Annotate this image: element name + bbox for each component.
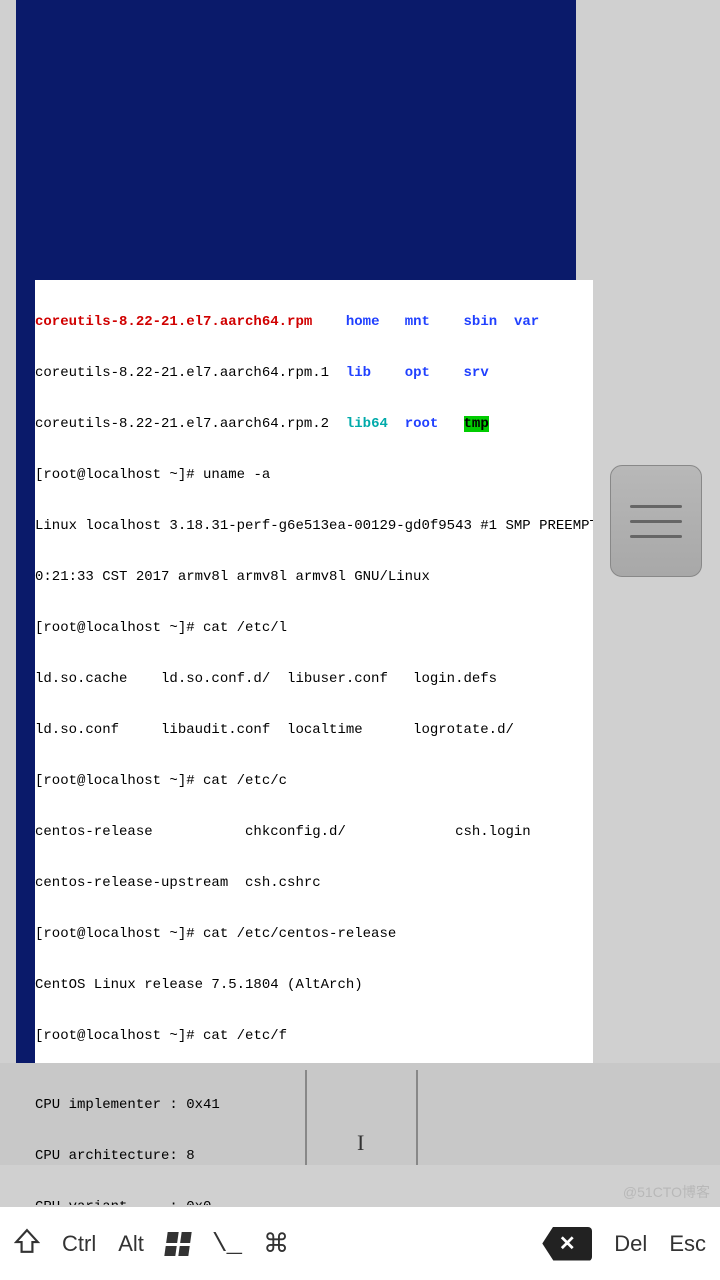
prompt-uname: [root@localhost ~]# uname -a: [35, 467, 593, 484]
alt-key[interactable]: Alt: [118, 1231, 144, 1257]
centos-out: CentOS Linux release 7.5.1804 (AltArch): [35, 977, 593, 994]
handle-line-icon: [630, 520, 682, 523]
prompt-cat-centos: [root@localhost ~]# cat /etc/centos-rele…: [35, 926, 593, 943]
ls-row-3: coreutils-8.22-21.el7.aarch64.rpm.2 lib6…: [35, 416, 593, 433]
uname-out-2: 0:21:33 CST 2017 armv8l armv8l armv8l GN…: [35, 569, 593, 586]
prompt-cat-f1: [root@localhost ~]# cat /etc/f: [35, 1028, 593, 1045]
handle-line-icon: [630, 505, 682, 508]
ls-row-1: coreutils-8.22-21.el7.aarch64.rpm home m…: [35, 314, 593, 331]
cpuinfo-impl: CPU implementer : 0x41: [35, 1097, 695, 1114]
separator-1: [305, 1070, 307, 1165]
close-x-icon: ✕: [559, 1231, 576, 1256]
backspace-key[interactable]: ✕: [542, 1227, 592, 1261]
terminal-window[interactable]: coreutils-8.22-21.el7.aarch64.rpm home m…: [35, 280, 593, 1070]
prompt-cat-c: [root@localhost ~]# cat /etc/c: [35, 773, 593, 790]
screen: coreutils-8.22-21.el7.aarch64.rpm home m…: [0, 0, 720, 1280]
handle-line-icon: [630, 535, 682, 538]
esc-key[interactable]: Esc: [669, 1231, 706, 1257]
keyboard-toolbar: Ctrl Alt \_ ⌘ ✕ Del Esc: [0, 1205, 720, 1280]
ctrl-key[interactable]: Ctrl: [62, 1231, 96, 1257]
del-key[interactable]: Del: [614, 1231, 647, 1257]
l-row-2: ld.so.conf libaudit.conf localtime logro…: [35, 722, 593, 739]
escape-sequence-key[interactable]: \_: [212, 1229, 241, 1259]
c-row-2: centos-release-upstream csh.cshrc: [35, 875, 593, 892]
ls-row-2: coreutils-8.22-21.el7.aarch64.rpm.1 lib …: [35, 365, 593, 382]
text-cursor-icon: I: [357, 1130, 371, 1152]
prompt-cat-l: [root@localhost ~]# cat /etc/l: [35, 620, 593, 637]
shift-key[interactable]: [14, 1228, 40, 1259]
watermark: @51CTO博客: [623, 1182, 710, 1202]
windows-key-icon[interactable]: [164, 1232, 191, 1256]
c-row-1: centos-release chkconfig.d/ csh.login: [35, 824, 593, 841]
shift-icon: [14, 1228, 40, 1254]
drawer-handle[interactable]: [610, 465, 702, 577]
uname-out-1: Linux localhost 3.18.31-perf-g6e513ea-00…: [35, 518, 593, 535]
separator-2: [416, 1070, 418, 1165]
l-row-1: ld.so.cache ld.so.conf.d/ libuser.conf l…: [35, 671, 593, 688]
command-key-icon[interactable]: ⌘: [263, 1228, 289, 1259]
